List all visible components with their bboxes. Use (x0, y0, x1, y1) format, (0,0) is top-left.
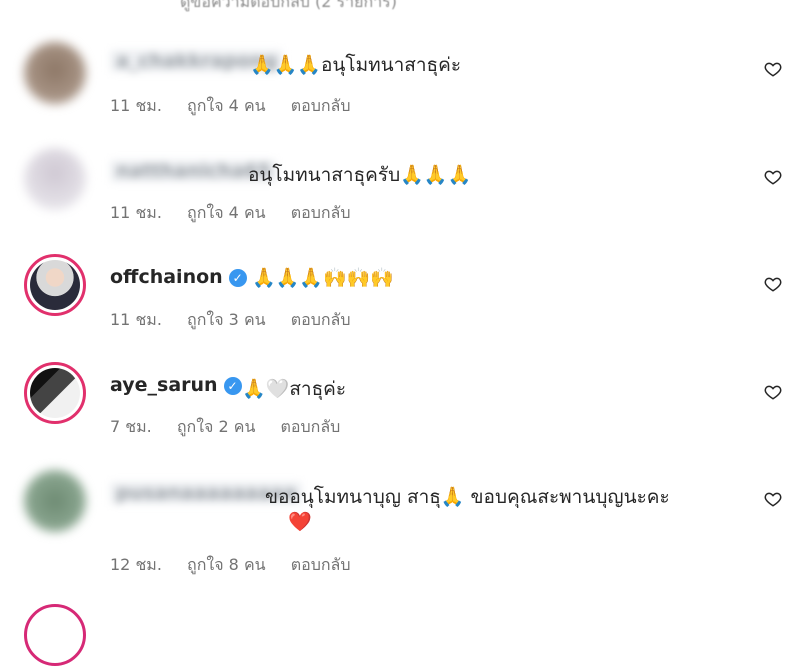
comment-time: 11 ชม. (110, 203, 162, 222)
heart-outline-icon[interactable] (764, 383, 782, 401)
comment-text: 🙏🙏🙏🙌🙌🙌 (252, 267, 394, 289)
reply-button[interactable]: ตอบกลับ (291, 96, 351, 115)
comment-time: 7 ชม. (110, 417, 152, 436)
comment-time: 11 ชม. (110, 310, 162, 329)
comment-likes[interactable]: ถูกใจ 4 คน (187, 203, 266, 222)
avatar[interactable] (24, 42, 86, 104)
comment-meta: 7 ชม. ถูกใจ 2 คน ตอบกลับ (110, 415, 360, 440)
comment-time: 11 ชม. (110, 96, 162, 115)
comment-likes[interactable]: ถูกใจ 4 คน (187, 96, 266, 115)
username-text[interactable]: offchainon (110, 266, 223, 288)
reply-button[interactable]: ตอบกลับ (291, 310, 351, 329)
view-replies-partial[interactable]: ดูข้อความตอบกลับ (2 รายการ) (180, 0, 397, 15)
comment-text: 🙏🙏🙏อนุโมทนาสาธุค่ะ (250, 54, 462, 76)
comment-meta: 11 ชม. ถูกใจ 4 คน ตอบกลับ (110, 201, 371, 226)
avatar[interactable] (24, 148, 86, 210)
verified-badge-icon: ✓ (223, 377, 242, 395)
comment-text: 🙏🤍สาธุค่ะ (242, 378, 347, 400)
comment-meta: 11 ชม. ถูกใจ 3 คน ตอบกลับ (110, 308, 371, 333)
comment-meta: 12 ชม. ถูกใจ 8 คน ตอบกลับ (110, 553, 371, 578)
comment-text-continued: ❤️ (288, 511, 312, 533)
comment-username[interactable]: offchainon ✓ (110, 266, 247, 288)
reply-button[interactable]: ตอบกลับ (281, 417, 341, 436)
reply-button[interactable]: ตอบกลับ (291, 555, 351, 574)
comment-meta: 11 ชม. ถูกใจ 4 คน ตอบกลับ (110, 94, 371, 119)
heart-outline-icon[interactable] (764, 490, 782, 508)
comment-time: 12 ชม. (110, 555, 162, 574)
comment-likes[interactable]: ถูกใจ 2 คน (177, 417, 256, 436)
comment-likes[interactable]: ถูกใจ 8 คน (187, 555, 266, 574)
comment-username[interactable]: aye_sarun ✓ (110, 374, 242, 396)
comment-text: อนุโมทนาสาธุครับ🙏🙏🙏 (248, 164, 472, 186)
heart-outline-icon[interactable] (764, 275, 782, 293)
avatar[interactable] (24, 254, 86, 316)
avatar-partial[interactable] (24, 604, 86, 666)
verified-badge-icon: ✓ (228, 269, 247, 287)
heart-outline-icon[interactable] (764, 60, 782, 78)
comment-text: ขออนุโมทนาบุญ สาธุ🙏 ขอบคุณสะพานบุญนะคะ (265, 486, 670, 508)
comment-likes[interactable]: ถูกใจ 3 คน (187, 310, 266, 329)
heart-outline-icon[interactable] (764, 168, 782, 186)
reply-button[interactable]: ตอบกลับ (291, 203, 351, 222)
username-text[interactable]: aye_sarun (110, 374, 218, 396)
avatar[interactable] (24, 470, 86, 532)
avatar[interactable] (24, 362, 86, 424)
